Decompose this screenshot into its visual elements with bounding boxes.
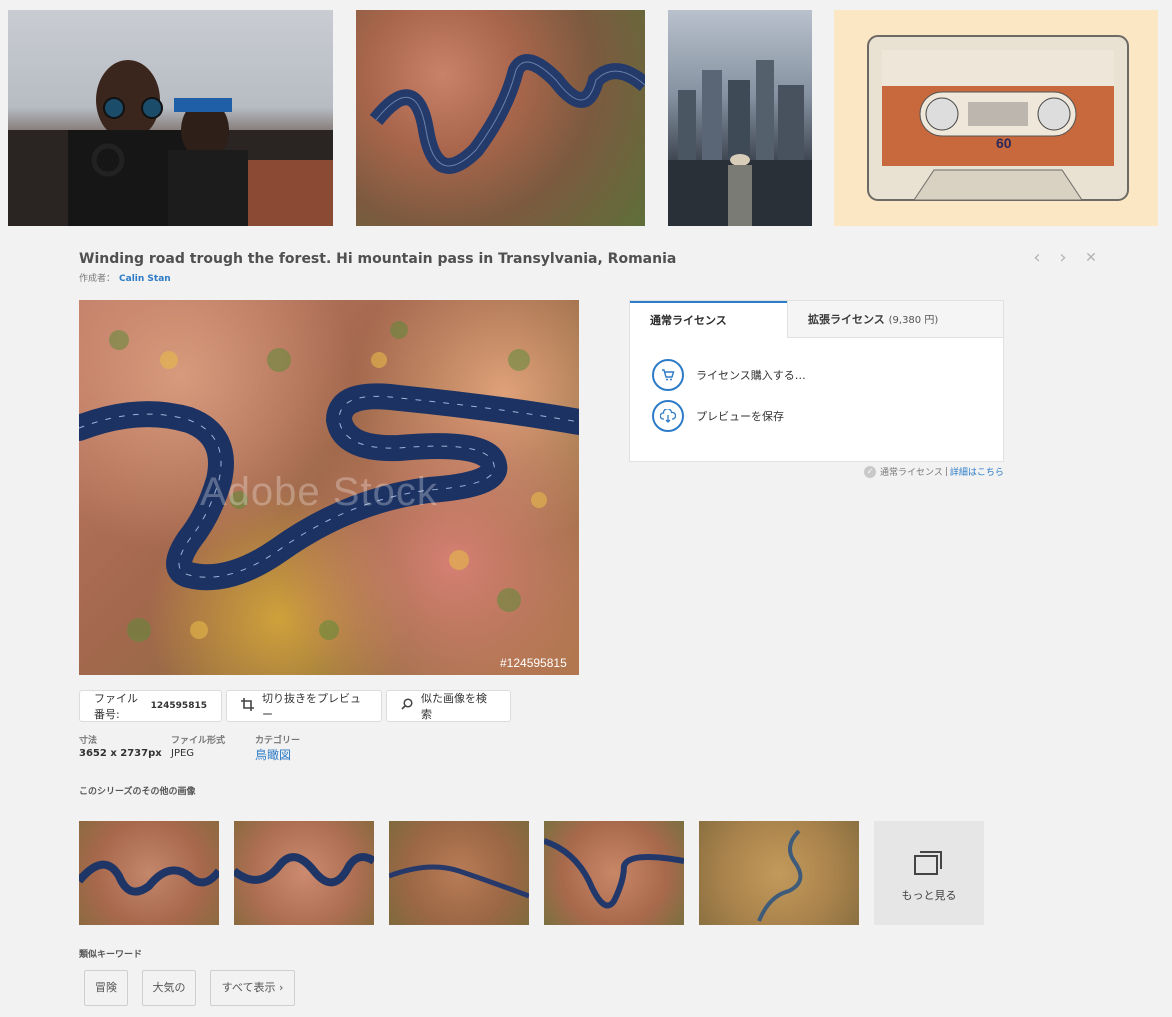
search-icon	[401, 698, 413, 714]
keywords-heading: 類似キーワード	[79, 950, 143, 960]
cart-icon	[652, 359, 684, 391]
file-number-button[interactable]: ファイル番号: 124595815	[79, 690, 222, 722]
series-thumb-4[interactable]	[544, 821, 684, 925]
preview-crop-button[interactable]: 切り抜きをプレビュー	[226, 690, 382, 722]
keyword-chip[interactable]: 冒険	[84, 970, 128, 1006]
find-similar-button[interactable]: 似た画像を検索	[386, 690, 511, 722]
check-icon: ✓	[864, 465, 876, 478]
tab-extended-price: (9,380 円)	[888, 315, 939, 326]
show-all-keywords-button[interactable]: すべて表示 ›	[210, 970, 295, 1006]
license-note-sep: |	[944, 466, 948, 477]
file-number-label: ファイル番号:	[94, 692, 138, 721]
series-road-1	[79, 860, 219, 896]
top-thumb-road[interactable]	[356, 10, 645, 226]
preview-crop-label: 切り抜きをプレビュー	[262, 692, 361, 721]
stack-icon	[914, 851, 942, 875]
save-preview-label: プレビューを保存	[696, 410, 784, 423]
file-number-value: 124595815	[150, 701, 207, 711]
save-preview-button[interactable]: プレビューを保存	[652, 400, 784, 432]
category-label: カテゴリー	[255, 736, 301, 746]
series-thumb-1[interactable]	[79, 821, 219, 925]
top-thumb-people[interactable]	[8, 10, 333, 226]
category-link[interactable]: 鳥瞰図	[255, 746, 291, 763]
watermark: Adobe Stock	[200, 470, 438, 514]
license-note-text: 通常ライセンス	[880, 468, 943, 478]
author-label: 作成者：	[79, 274, 116, 284]
series-road-4	[544, 838, 684, 909]
keyword-chip[interactable]: 大気の	[142, 970, 196, 1006]
next-arrow-icon[interactable]: ›	[1054, 249, 1072, 267]
tab-extended-label: 拡張ライセンス	[808, 313, 885, 326]
size-value: 3652 x 2737px	[79, 748, 162, 759]
series-thumb-3[interactable]	[389, 821, 529, 925]
series-thumb-2[interactable]	[234, 821, 374, 925]
page-title: Winding road trough the forest. Hi mount…	[79, 251, 677, 267]
close-icon[interactable]: ✕	[1082, 249, 1100, 267]
cloud-download-icon	[652, 400, 684, 432]
series-road-2	[234, 853, 374, 887]
byline: 作成者： Calin Stan	[79, 271, 171, 284]
format-value: JPEG	[171, 748, 195, 759]
series-road-3	[389, 864, 529, 899]
prev-arrow-icon[interactable]: ‹	[1028, 249, 1046, 267]
road-photo	[369, 54, 645, 174]
series-heading: このシリーズのその他の画像	[79, 787, 196, 797]
series-road-5	[757, 829, 803, 922]
svg-text:60: 60	[996, 135, 1012, 151]
tab-standard-license[interactable]: 通常ライセンス	[630, 301, 787, 338]
cassette-photo: 60	[867, 35, 1129, 201]
tab-extended-license[interactable]: 拡張ライセンス (9,380 円)	[787, 301, 1003, 338]
see-more-label: もっと見る	[901, 889, 957, 902]
city-photo	[668, 60, 812, 226]
size-label: 寸法	[79, 736, 98, 746]
license-panel: 通常ライセンス 拡張ライセンス (9,380 円) ライセンス購入する… プレビ…	[629, 300, 1004, 462]
top-thumb-city[interactable]	[668, 10, 812, 226]
format-label: ファイル形式	[171, 736, 226, 746]
see-more-button[interactable]: もっと見る	[874, 821, 984, 925]
people-photo	[8, 60, 333, 226]
image-id-label: #124595815	[500, 656, 567, 670]
license-note: ✓ 通常ライセンス | 詳細はこちら	[864, 465, 1004, 478]
author-link[interactable]: Calin Stan	[119, 274, 171, 284]
buy-license-label: ライセンス購入する…	[696, 369, 806, 382]
crop-icon	[241, 697, 254, 715]
buy-license-button[interactable]: ライセンス購入する…	[652, 359, 806, 391]
find-similar-label: 似た画像を検索	[421, 692, 487, 721]
top-thumb-cassette[interactable]: 60	[834, 10, 1158, 226]
series-thumb-5[interactable]	[699, 821, 859, 925]
license-details-link[interactable]: 詳細はこちら	[950, 465, 1004, 478]
